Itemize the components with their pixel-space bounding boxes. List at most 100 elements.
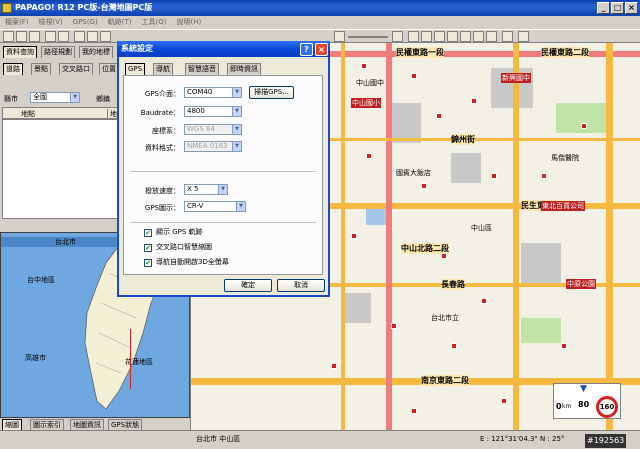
- chevron-down-icon: ▼: [70, 93, 79, 102]
- chevron-down-icon: ▼: [232, 107, 241, 116]
- gps-interface-select[interactable]: COM40 ▼: [184, 87, 242, 98]
- tab-route-planning[interactable]: 路徑規劃: [41, 46, 75, 58]
- menu-track[interactable]: 軌跡(T): [103, 16, 137, 29]
- baudrate-select[interactable]: 4800 ▼: [184, 106, 242, 117]
- tab-navigation[interactable]: 導航: [153, 63, 173, 75]
- smart-intersection-label: 交叉路口智慧縮圖: [156, 243, 212, 251]
- flag-icon[interactable]: [100, 31, 111, 42]
- poi-marker[interactable]: [436, 113, 442, 119]
- app-titlebar: PAPAGO! R12 PC版-台灣地圖PC版 _ □ ×: [0, 0, 640, 16]
- print-icon[interactable]: [45, 31, 56, 42]
- tab-intersections[interactable]: 交叉路口: [59, 63, 93, 75]
- poi-marker[interactable]: [351, 233, 357, 239]
- show-track-checkbox[interactable]: ✔: [144, 229, 152, 237]
- poi-marker[interactable]: [481, 298, 487, 304]
- cancel-button[interactable]: 取消: [277, 279, 325, 292]
- watermark: #192563: [585, 434, 627, 448]
- column-header-region[interactable]: 地: [107, 109, 117, 119]
- copy-icon[interactable]: [58, 31, 69, 42]
- fullscreen-icon[interactable]: [518, 31, 529, 42]
- help-button[interactable]: ?: [300, 43, 313, 56]
- menu-gps[interactable]: GPS(G): [68, 16, 103, 29]
- baudrate-value: 4800: [187, 107, 205, 115]
- poi-marker[interactable]: [541, 173, 547, 179]
- overview-label-taipei: 台北市: [55, 238, 76, 246]
- new-icon[interactable]: [3, 31, 14, 42]
- road-label: 錦州街: [451, 134, 475, 145]
- scan-gps-button[interactable]: 掃描GPS...: [249, 86, 294, 99]
- gps-icon-label: GPS圖示：: [144, 204, 180, 212]
- poi-marker[interactable]: [331, 363, 337, 369]
- 3d-view-icon[interactable]: [460, 31, 471, 42]
- tab-map-info[interactable]: 地圖資訊: [70, 419, 104, 430]
- road-label: 長春路: [441, 279, 465, 290]
- map-label: 馬偕醫院: [551, 154, 579, 162]
- open-icon[interactable]: [16, 31, 27, 42]
- gps-icon-value: CR-V: [187, 202, 204, 210]
- zoom-slider[interactable]: [348, 36, 388, 38]
- tab-realtime-info[interactable]: 即時資訊: [227, 63, 261, 75]
- pan-hand-icon[interactable]: [421, 31, 432, 42]
- poi-marker[interactable]: [561, 343, 567, 349]
- poi-marker[interactable]: [391, 323, 397, 329]
- save-icon[interactable]: [29, 31, 40, 42]
- map-label: 中山國中: [356, 79, 384, 87]
- tab-thumbnail[interactable]: 縮圖: [2, 419, 22, 430]
- pointer-icon[interactable]: [408, 31, 419, 42]
- north-up-icon[interactable]: [473, 31, 484, 42]
- overview-label-taichung: 台中地區: [27, 276, 55, 284]
- poi-marker[interactable]: [581, 123, 587, 129]
- playback-speed-label: 撥放速度：: [145, 187, 180, 195]
- map-block: [521, 243, 561, 283]
- poi-marker[interactable]: [366, 153, 372, 159]
- tab-position[interactable]: 位置: [99, 63, 119, 75]
- menu-file[interactable]: 檔案(F): [0, 16, 34, 29]
- tab-gps-status[interactable]: GPS狀態: [108, 419, 143, 430]
- poi-marker[interactable]: [471, 98, 477, 104]
- measure-icon[interactable]: [486, 31, 497, 42]
- rotate-back-icon[interactable]: [447, 31, 458, 42]
- tab-gps[interactable]: GPS: [125, 63, 146, 75]
- smart-intersection-checkbox[interactable]: ✔: [144, 244, 152, 252]
- tab-smart-voice[interactable]: 智慧語音: [185, 63, 219, 75]
- close-button[interactable]: ×: [625, 2, 638, 14]
- zoom-out-icon[interactable]: [334, 31, 345, 42]
- poi-marker[interactable]: [491, 173, 497, 179]
- poi-marker[interactable]: [411, 73, 417, 79]
- ok-button[interactable]: 確定: [224, 279, 272, 292]
- poi-marker[interactable]: [421, 183, 427, 189]
- road-linsen: [341, 43, 345, 430]
- menu-tools[interactable]: 工具(O): [137, 16, 172, 29]
- auto-3d-checkbox[interactable]: ✔: [144, 259, 152, 267]
- dialog-close-button[interactable]: ×: [315, 43, 328, 56]
- datum-value: WGS 84: [187, 125, 215, 133]
- gps-icon-select[interactable]: CR-V ▼: [184, 201, 246, 212]
- tab-roads[interactable]: 道路: [3, 63, 23, 75]
- tab-attractions[interactable]: 景點: [31, 63, 51, 75]
- rotate-icon[interactable]: [434, 31, 445, 42]
- road-label: 南京東路二段: [421, 375, 469, 386]
- poi-marker[interactable]: [361, 63, 367, 69]
- menu-help[interactable]: 說明(H): [171, 16, 206, 29]
- column-header-place[interactable]: 地點: [21, 109, 35, 119]
- layers-icon[interactable]: [502, 31, 513, 42]
- poi-marker[interactable]: [451, 343, 457, 349]
- poi-marker[interactable]: [441, 253, 447, 259]
- route-icon[interactable]: [87, 31, 98, 42]
- gps-icon[interactable]: [74, 31, 85, 42]
- county-select[interactable]: 全國 ▼: [30, 92, 80, 103]
- baudrate-label: Baudrate：: [140, 109, 180, 117]
- datum-select: WGS 84 ▼: [184, 124, 242, 135]
- tab-icon-index[interactable]: 圖示索引: [30, 419, 64, 430]
- minimize-button[interactable]: _: [597, 2, 610, 14]
- zoom-in-icon[interactable]: [392, 31, 403, 42]
- tab-data-query[interactable]: 資料查詢: [3, 46, 37, 58]
- poi-marker[interactable]: [411, 408, 417, 414]
- speed-limit-sign: 160: [596, 396, 618, 418]
- playback-speed-select[interactable]: X 5 ▼: [184, 184, 228, 195]
- chevron-down-icon: ▼: [232, 88, 241, 97]
- menu-view[interactable]: 檢視(V): [34, 16, 68, 29]
- tab-my-landmarks[interactable]: 我的地標: [79, 46, 113, 58]
- maximize-button[interactable]: □: [611, 2, 624, 14]
- poi-marker[interactable]: [501, 398, 507, 404]
